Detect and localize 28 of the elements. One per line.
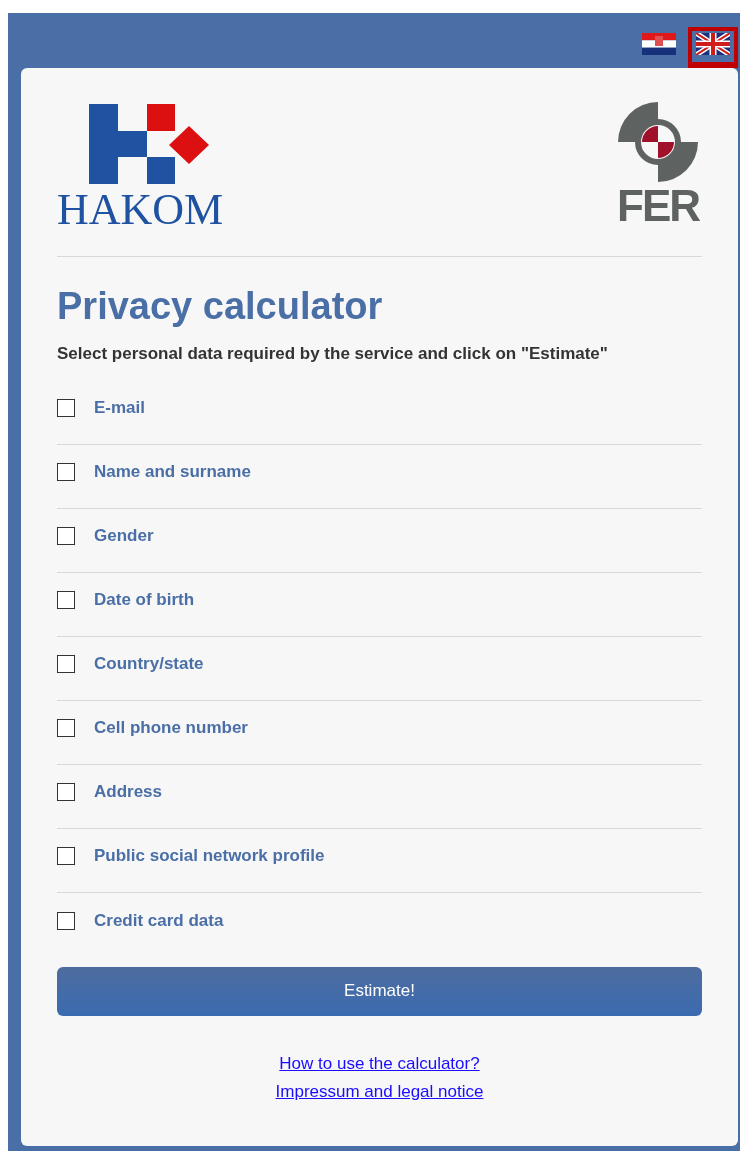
footer-link[interactable]: How to use the calculator? [279, 1053, 480, 1074]
option-label: Date of birth [94, 589, 195, 612]
option-label: Gender [94, 525, 154, 548]
british-flag-icon [696, 33, 730, 55]
checkbox[interactable] [57, 399, 75, 417]
option-label: Country/state [94, 653, 204, 676]
instruction-text: Select personal data required by the service and click on "Estimate" [57, 343, 609, 365]
checkbox[interactable] [57, 719, 75, 737]
option-label: Cell phone number [94, 717, 248, 740]
checkbox[interactable] [57, 655, 75, 673]
checkbox[interactable] [57, 911, 75, 930]
checkbox[interactable] [57, 591, 75, 609]
hakom-logo-text: HAKOM [57, 190, 224, 230]
checkbox[interactable] [57, 463, 75, 481]
option-label: Address [94, 781, 163, 804]
option-label: Credit card data [94, 909, 224, 932]
option-label: Name and surname [94, 461, 251, 484]
fer-logo-text: FER [617, 186, 699, 226]
footer-link[interactable]: Impressum and legal notice [275, 1081, 484, 1102]
page-title: Privacy calculator [57, 284, 384, 329]
estimate-button[interactable]: Estimate! [57, 966, 702, 1016]
checkbox[interactable] [57, 783, 75, 801]
hakom-logo-icon [89, 104, 211, 186]
option-label: E-mail [94, 397, 146, 420]
checkbox[interactable] [57, 847, 75, 865]
option-label: Public social network profile [94, 845, 325, 868]
croatian-flag-icon [642, 33, 676, 55]
checkbox[interactable] [57, 527, 75, 545]
